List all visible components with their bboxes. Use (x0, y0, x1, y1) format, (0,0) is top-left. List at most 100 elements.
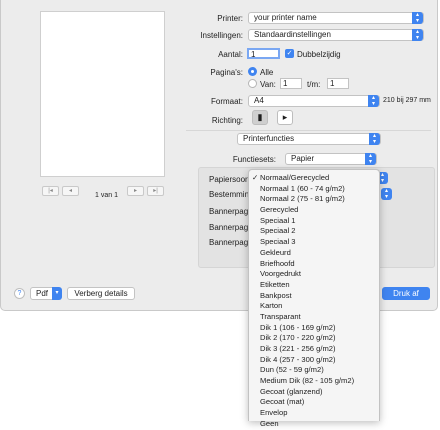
format-value: A4 (254, 96, 264, 105)
paper-type-option[interactable]: Dik 4 (257 - 300 g/m2) (249, 355, 379, 366)
paper-type-option[interactable]: Medium Dik (82 - 105 g/m2) (249, 376, 379, 387)
duplex-label: Dubbelzijdig (297, 50, 341, 59)
paper-type-option[interactable]: Dik 1 (106 - 169 g/m2) (249, 323, 379, 334)
feature-sets-select[interactable]: Papier ▴ ▾ (285, 153, 377, 165)
paper-type-menu: ✓ Normaal/Gerecycled Normaal 1 (60 - 74 g/… (248, 169, 380, 428)
checkmark-icon: ✓ (252, 173, 259, 182)
hide-details-button[interactable]: Verberg details (67, 287, 135, 300)
paper-type-option-label: Transparant (260, 311, 301, 321)
feature-sets-value: Papier (291, 154, 315, 163)
page-navigation: |◂ ◂ (42, 186, 82, 196)
pages-to-label: t/m: (307, 80, 321, 89)
paper-type-option[interactable]: Etiketten (249, 280, 379, 291)
chevron-updown-icon: ▴ ▾ (412, 12, 423, 24)
pages-all-radio[interactable] (248, 67, 257, 76)
feature-sets-label: Functiesets: (232, 155, 276, 164)
paper-type-option[interactable]: Speciaal 2 (249, 226, 379, 237)
paper-type-option[interactable]: Speciaal 3 (249, 237, 379, 248)
format-label: Formaat: (210, 97, 243, 106)
pages-from-label: Van: (260, 80, 276, 89)
paper-type-option-label: Geen (260, 418, 279, 428)
copies-label: Aantal: (218, 50, 243, 59)
paper-type-option[interactable]: Voorgedrukt (249, 269, 379, 280)
paper-type-option-label: Dik 1 (106 - 169 g/m2) (260, 322, 336, 332)
paper-type-option[interactable]: Dik 3 (221 - 256 g/m2) (249, 344, 379, 355)
paper-type-option[interactable]: Karton (249, 301, 379, 312)
paper-type-option-label: Etiketten (260, 279, 290, 289)
landscape-icon: ▸ (282, 112, 288, 122)
paper-type-option[interactable]: Dik 2 (170 - 220 g/m2) (249, 333, 379, 344)
chevron-updown-icon: ▴ ▾ (365, 153, 376, 165)
next-page-button[interactable]: ▸ (127, 186, 144, 196)
paper-type-option-label: Medium Dik (82 - 105 g/m2) (260, 376, 355, 386)
paper-type-option[interactable]: Speciaal 1 (249, 216, 379, 227)
last-page-button[interactable]: ▸| (147, 186, 164, 196)
paper-type-option-label: Karton (260, 301, 283, 311)
paper-type-option[interactable]: Gecoat (mat) (249, 397, 379, 408)
paper-type-option[interactable]: Briefhoofd (249, 259, 379, 270)
divider (186, 130, 431, 131)
paper-type-option-label: Speciaal 3 (260, 237, 296, 247)
pdf-menu-button[interactable]: Pdf (30, 287, 54, 300)
paper-type-option[interactable]: Geen (249, 419, 379, 430)
paper-type-option-label: Normaal 2 (75 - 81 g/m2) (260, 194, 345, 204)
portrait-button[interactable]: ▮ (252, 110, 268, 125)
paper-type-option-label: Briefhoofd (260, 258, 295, 268)
page-preview (40, 11, 165, 177)
printer-value: your printer name (254, 13, 317, 22)
paper-type-option-label: Dik 4 (257 - 300 g/m2) (260, 354, 336, 364)
paper-type-option[interactable]: Gecoat (glanzend) (249, 387, 379, 398)
paper-type-option-label: Normaal 1 (60 - 74 g/m2) (260, 183, 345, 193)
paper-type-option-label: Speciaal 1 (260, 215, 296, 225)
settings-label: Instellingen: (200, 31, 243, 40)
paper-type-option-label: Normaal/Gerecycled (260, 173, 330, 182)
paper-type-option-label: Dik 3 (221 - 256 g/m2) (260, 344, 336, 353)
destination-label: Bestemming (209, 190, 254, 199)
paper-type-option[interactable]: Gekleurd (249, 248, 379, 259)
printer-label: Printer: (217, 14, 243, 23)
paper-type-option-label: Dik 2 (170 - 220 g/m2) (260, 333, 336, 343)
duplex-checkbox[interactable]: ✓ (285, 49, 294, 58)
paper-type-option[interactable]: Normaal 1 (60 - 74 g/m2) (249, 184, 379, 195)
help-button[interactable]: ? (14, 288, 25, 299)
pages-range-radio[interactable] (248, 79, 257, 88)
pages-to-input[interactable]: 1 (327, 78, 349, 89)
paper-type-option-label: Speciaal 2 (260, 226, 296, 236)
paper-type-label: Papiersoort (209, 175, 250, 184)
destination-chevron-icon[interactable]: ▴ ▾ (381, 188, 392, 200)
chevron-updown-icon: ▴ ▾ (369, 133, 380, 145)
portrait-icon: ▮ (257, 112, 263, 122)
landscape-button[interactable]: ▸ (277, 110, 293, 125)
printer-features-value: Printerfuncties (243, 134, 295, 143)
paper-type-option-label: Gecoat (mat) (260, 397, 305, 407)
paper-type-option[interactable]: Dun (52 - 59 g/m2) (249, 365, 379, 376)
copies-input[interactable]: 1 (247, 48, 280, 59)
paper-type-option[interactable]: ✓ Normaal/Gerecycled (249, 173, 379, 184)
paper-type-option[interactable]: Bankpost (249, 291, 379, 302)
print-button[interactable]: Druk af (382, 287, 430, 300)
settings-select[interactable]: Standaardinstellingen ▴ ▾ (248, 29, 424, 41)
paper-type-option[interactable]: Transparant (249, 312, 379, 323)
paper-type-option-label: Envelop (260, 408, 288, 418)
paper-type-option[interactable]: Envelop (249, 408, 379, 419)
previous-page-button[interactable]: ◂ (62, 186, 79, 196)
format-select[interactable]: A4 ▴ ▾ (248, 95, 380, 107)
chevron-updown-icon: ▴ ▾ (412, 29, 423, 41)
first-page-button[interactable]: |◂ (42, 186, 59, 196)
paper-type-option[interactable]: Gerecycled (249, 205, 379, 216)
printer-select[interactable]: your printer name ▴ ▾ (248, 12, 424, 24)
orientation-label: Richting: (211, 116, 243, 125)
paper-type-option-label: Dun (52 - 59 g/m2) (260, 365, 324, 375)
pages-from-input[interactable]: 1 (280, 78, 302, 89)
format-size: 210 bij 297 mm (383, 97, 431, 104)
chevron-down-icon[interactable]: ▾ (52, 287, 62, 300)
printer-features-select[interactable]: Printerfuncties ▴ ▾ (237, 133, 381, 145)
pages-label: Pagina's: (210, 68, 243, 77)
page-indicator: 1 van 1 (95, 192, 118, 199)
paper-type-option-label: Gecoat (glanzend) (260, 386, 323, 396)
pages-all-label: Alle (260, 68, 274, 77)
paper-type-option-label: Voorgedrukt (260, 269, 301, 279)
settings-value: Standaardinstellingen (254, 30, 331, 39)
paper-type-option[interactable]: Normaal 2 (75 - 81 g/m2) (249, 194, 379, 205)
paper-type-option-label: Gekleurd (260, 247, 291, 257)
